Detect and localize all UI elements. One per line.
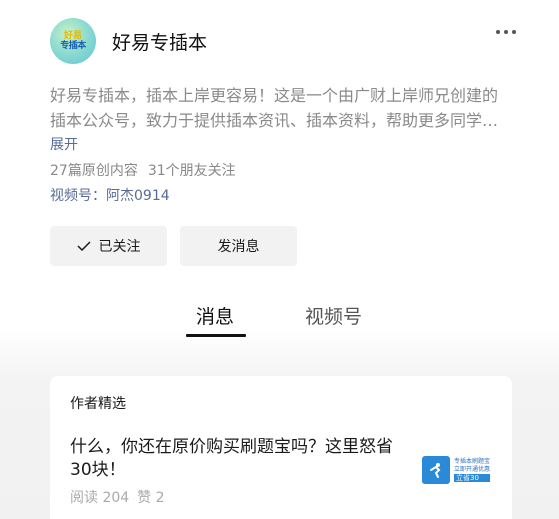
active-tab-indicator [186, 334, 246, 337]
friends-following[interactable]: 31个朋友关注 [148, 163, 236, 179]
article-thumbnail[interactable]: 专插本刷题宝 立即开通优惠 立省30 [422, 452, 494, 488]
thumbnail-text: 专插本刷题宝 立即开通优惠 立省30 [454, 458, 491, 482]
check-icon [76, 241, 91, 251]
tab-messages[interactable]: 消息 [196, 302, 234, 329]
runner-logo-icon [422, 456, 450, 484]
featured-card: 作者精选 什么，你还在原价购买刷题宝吗？这里怒省30块！ 阅读 204 赞 2 专… [50, 376, 512, 519]
account-name: 好易专插本 [112, 31, 208, 54]
tab-channels[interactable]: 视频号 [305, 302, 362, 329]
featured-article-title[interactable]: 什么，你还在原价购买刷题宝吗？这里怒省30块！ [70, 436, 410, 482]
send-message-button[interactable]: 发消息 [180, 226, 297, 266]
more-options-icon[interactable] [496, 30, 516, 34]
thumbnail-line-1: 专插本刷题宝 [454, 458, 491, 465]
channel-link[interactable]: 视频号：阿杰0914 [50, 185, 170, 205]
expand-link[interactable]: 展开 [50, 134, 78, 154]
follow-button[interactable]: 已关注 [50, 226, 167, 266]
avatar-text-1: 好易 [63, 30, 82, 41]
account-header: 好易 专插本 好易专插本 [50, 18, 520, 64]
like-count: 赞 2 [137, 490, 165, 506]
message-label: 发消息 [217, 239, 260, 255]
account-stats: 27篇原创内容 31个朋友关注 [50, 160, 236, 180]
featured-section-title: 作者精选 [70, 396, 126, 412]
follow-label: 已关注 [98, 239, 141, 255]
read-count: 阅读 204 [70, 490, 130, 506]
avatar[interactable]: 好易 专插本 [50, 18, 96, 64]
account-description: 好易专插本，插本上岸更容易！这是一个由广财上岸师兄创建的插本公众号，致力于提供插… [50, 86, 499, 130]
article-meta: 阅读 204 赞 2 [70, 487, 165, 507]
original-count[interactable]: 27篇原创内容 [50, 163, 138, 179]
thumbnail-line-2: 立即开通优惠 [454, 466, 491, 473]
avatar-text-2: 专插本 [60, 40, 86, 51]
thumbnail-line-3: 立省30 [454, 474, 491, 482]
content-tabs: 消息 视频号 [0, 302, 559, 342]
